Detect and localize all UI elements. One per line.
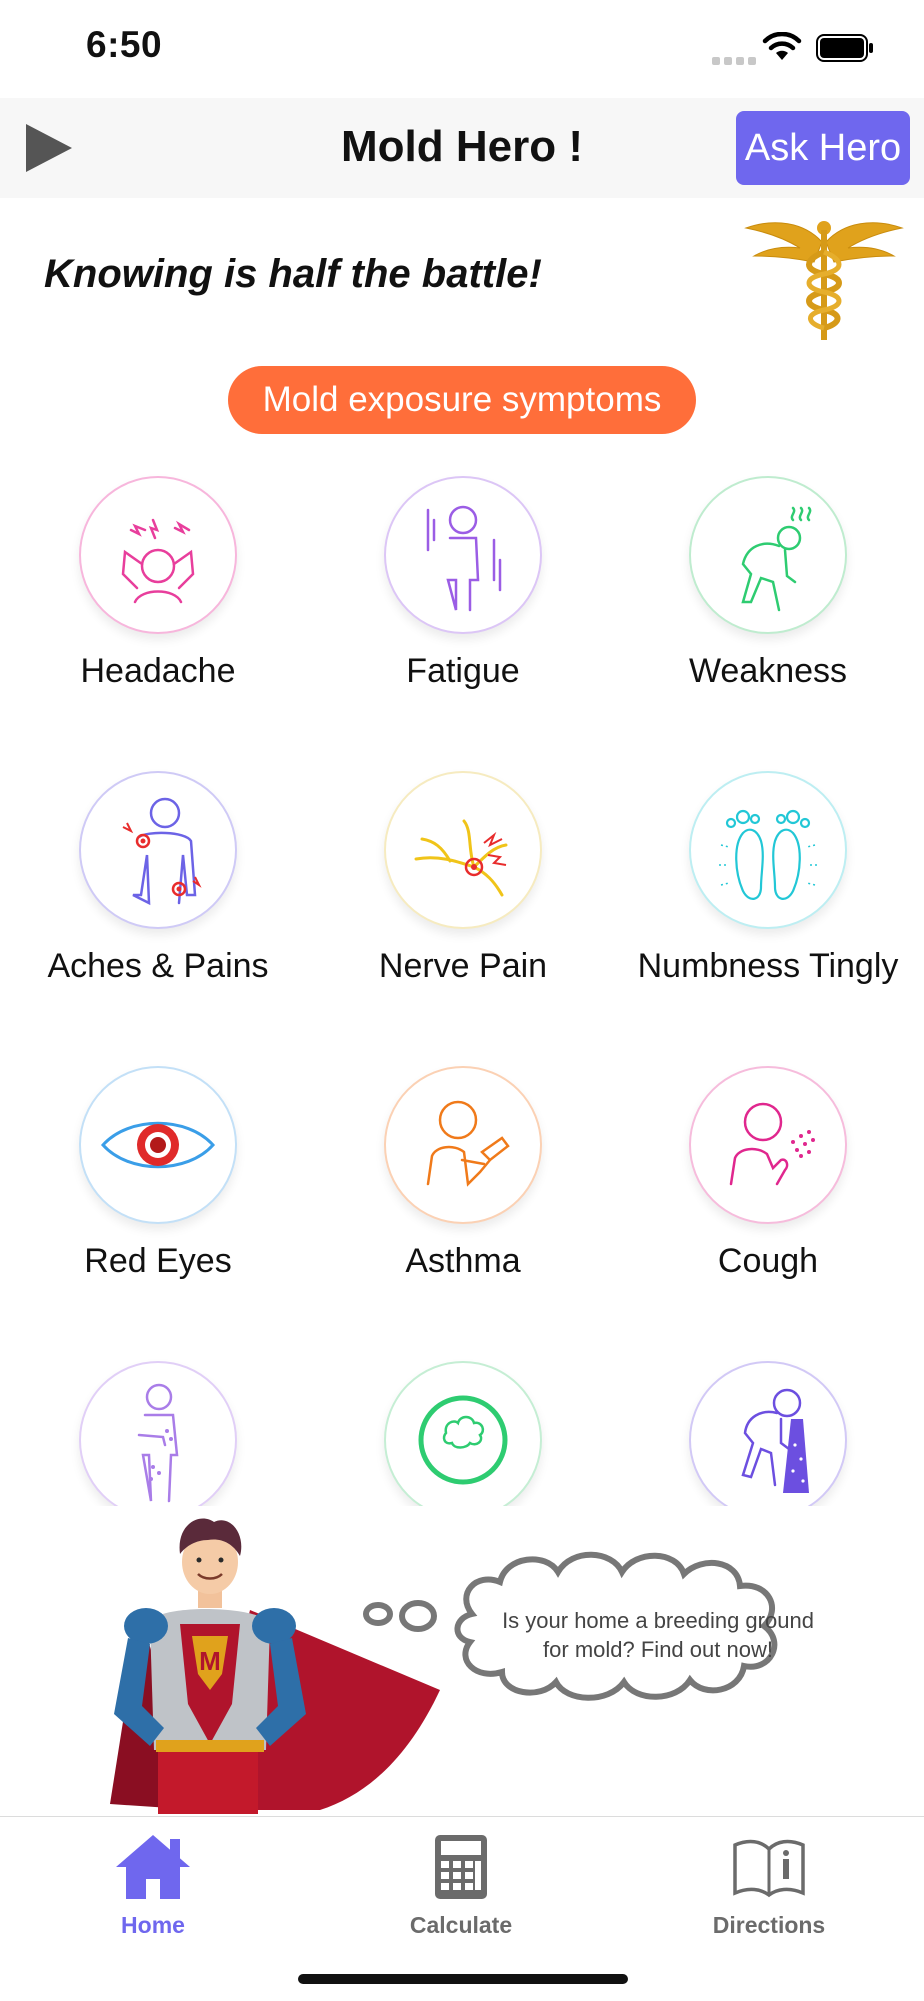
symptom-label: Cough (717, 1242, 819, 1280)
battery-icon (816, 34, 873, 62)
symptom-nausea[interactable] (618, 1361, 918, 1506)
aches-pains-icon (122, 797, 202, 906)
symptom-headache[interactable]: Headache (8, 476, 308, 691)
cellular-signal-icon (712, 52, 760, 70)
tab-label: Home (121, 1912, 185, 1938)
symptom-label: Asthma (405, 1242, 521, 1280)
nav-bar: Mold Hero ! Ask Hero (0, 98, 924, 198)
status-time: 6:50 (86, 24, 163, 65)
symptom-fatigue[interactable]: Fatigue (313, 476, 613, 691)
mold-symptoms-button[interactable]: Mold exposure symptoms (228, 366, 696, 434)
tab-home[interactable]: Home (53, 1831, 253, 1939)
rash-icon (137, 1383, 179, 1503)
symptom-numbness-tingly[interactable]: Numbness Tingly (618, 771, 918, 986)
svg-text:M: M (199, 1646, 221, 1676)
symptom-nerve-pain[interactable]: Nerve Pain (313, 771, 613, 986)
tab-calculate[interactable]: Calculate (361, 1831, 561, 1939)
symptom-label: Headache (80, 652, 236, 690)
symptom-red-eyes[interactable]: Red Eyes (8, 1066, 308, 1281)
status-bar: 6:50 (0, 0, 924, 98)
symptom-label: Nerve Pain (378, 947, 548, 985)
home-icon (116, 1835, 190, 1899)
wifi-icon (762, 32, 802, 60)
cough-icon (729, 1102, 815, 1186)
eye-icon (100, 1121, 216, 1169)
weakness-icon (741, 506, 812, 612)
nerve-pain-icon (414, 819, 508, 897)
tab-directions[interactable]: Directions (669, 1831, 869, 1939)
mold-hero-banner[interactable]: M Is your home a breeding ground for mol… (0, 1506, 924, 1816)
asthma-icon (426, 1100, 510, 1187)
nausea-icon (741, 1388, 809, 1493)
fatigue-icon (426, 505, 502, 612)
book-info-icon (733, 1839, 805, 1898)
tab-label: Directions (712, 1912, 826, 1938)
symptom-cough[interactable]: Cough (618, 1066, 918, 1281)
headache-icon (121, 518, 195, 604)
symptom-label: Fatigue (406, 652, 520, 690)
ask-hero-button[interactable]: Ask Hero (736, 111, 910, 185)
tagline: Knowing is half the battle! (44, 252, 542, 296)
symptom-asthma[interactable]: Asthma (313, 1066, 613, 1281)
caduceus-icon (744, 221, 904, 340)
symptom-label: Weakness (688, 652, 848, 690)
symptom-rash[interactable] (8, 1361, 308, 1506)
tab-label: Calculate (409, 1912, 513, 1938)
symptom-aches-pains[interactable]: Aches & Pains (8, 771, 308, 986)
calculator-icon (435, 1835, 487, 1899)
home-indicator (298, 1974, 628, 1984)
symptom-label: Red Eyes (84, 1242, 232, 1280)
symptom-label: Numbness Tingly (637, 947, 899, 985)
symptom-label: Aches & Pains (47, 947, 269, 985)
symptom-brain-fog[interactable] (313, 1361, 613, 1506)
breeding-ground-prompt: Is your home a breeding ground for mold?… (502, 1608, 814, 1662)
symptom-weakness[interactable]: Weakness (618, 476, 918, 691)
brain-fog-icon (418, 1395, 508, 1485)
symptoms-grid: Headache Fatigue Weakness Aches & Pains … (0, 466, 924, 1506)
numbness-icon (719, 809, 817, 900)
